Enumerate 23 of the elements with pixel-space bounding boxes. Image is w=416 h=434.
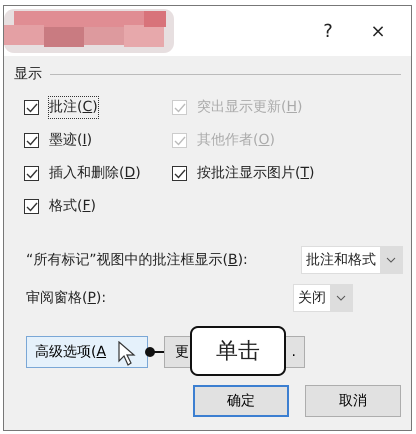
- cancel-button[interactable]: 取消: [305, 385, 401, 417]
- group-label: 显示: [14, 65, 42, 84]
- checkbox-label[interactable]: 按批注显示图片(T): [197, 163, 314, 184]
- field-label: 审阅窗格(P):: [26, 288, 106, 308]
- mouse-cursor-icon: [118, 341, 136, 367]
- chevron-down-icon: [386, 257, 396, 263]
- dropdown[interactable]: 关闭: [293, 284, 353, 312]
- chevron-down-icon: [336, 295, 346, 301]
- checkbox[interactable]: [172, 166, 187, 181]
- checkbox-label[interactable]: 墨迹(I): [49, 130, 92, 151]
- close-button[interactable]: ×: [353, 11, 403, 51]
- callout-tooltip: 单击: [190, 326, 286, 376]
- checkbox[interactable]: [24, 100, 39, 115]
- ok-button[interactable]: 确定: [193, 385, 289, 417]
- checkbox-label[interactable]: 插入和删除(D): [49, 163, 141, 184]
- checkbox-label[interactable]: 批注(C): [49, 97, 98, 118]
- checkbox[interactable]: [24, 166, 39, 181]
- checkbox[interactable]: [24, 199, 39, 214]
- checkbox[interactable]: [24, 133, 39, 148]
- dropdown[interactable]: 批注和格式: [301, 246, 403, 274]
- help-button[interactable]: ?: [303, 11, 353, 51]
- field-label: “所有标记”视图中的批注框显示(B):: [26, 250, 248, 270]
- checkbox-label[interactable]: 格式(F): [49, 196, 96, 217]
